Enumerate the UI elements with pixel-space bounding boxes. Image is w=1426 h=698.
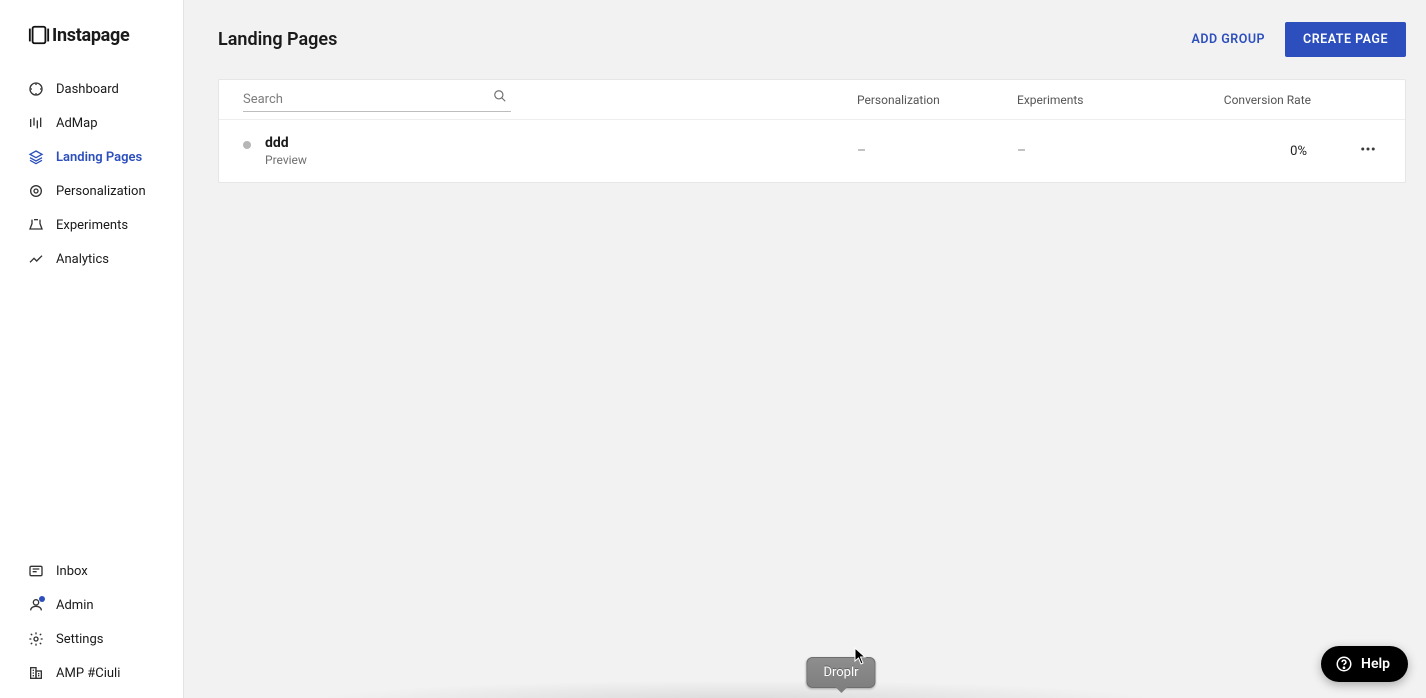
add-group-button[interactable]: ADD GROUP: [1192, 32, 1266, 47]
sidebar-item-landing-pages[interactable]: Landing Pages: [0, 140, 183, 174]
search-field[interactable]: [243, 88, 511, 112]
header: Landing Pages ADD GROUP CREATE PAGE: [184, 0, 1426, 79]
row-conversion-value: 0%: [1217, 144, 1307, 159]
sidebar-item-settings[interactable]: Settings: [0, 622, 183, 656]
sidebar-item-label: Inbox: [56, 564, 88, 579]
sidebar-item-admin[interactable]: Admin: [0, 588, 183, 622]
experiments-icon: [28, 217, 44, 233]
sidebar-item-dashboard[interactable]: Dashboard: [0, 72, 183, 106]
sidebar-item-workspace[interactable]: AMP #Ciuli: [0, 656, 183, 690]
sidebar-item-label: Settings: [56, 632, 103, 647]
sidebar-item-label: Landing Pages: [56, 150, 142, 165]
sidebar-item-inbox[interactable]: Inbox: [0, 554, 183, 588]
table-header: Personalization Experiments Conversion R…: [219, 80, 1405, 120]
help-button[interactable]: Help: [1321, 646, 1408, 682]
tooltip: Droplr: [806, 657, 875, 688]
nav-main: Dashboard AdMap Landing Pages Personaliz…: [0, 72, 183, 276]
search-icon: [493, 88, 507, 107]
search-input[interactable]: [243, 90, 511, 109]
sidebar-item-label: Dashboard: [56, 82, 119, 97]
admap-icon: [28, 115, 44, 131]
column-header-personalization: Personalization: [857, 93, 1017, 107]
dashboard-icon: [28, 81, 44, 97]
help-icon: [1335, 655, 1353, 673]
sidebar: Instapage Dashboard AdMap Landing Pages: [0, 0, 184, 698]
row-more-button[interactable]: [1359, 140, 1377, 158]
gear-icon: [28, 631, 44, 647]
create-page-button[interactable]: CREATE PAGE: [1285, 22, 1406, 57]
help-label: Help: [1361, 656, 1390, 672]
analytics-icon: [28, 251, 44, 267]
logo-icon: [28, 24, 50, 46]
row-experiments-value: –: [1017, 143, 1217, 159]
column-header-experiments: Experiments: [1017, 93, 1217, 107]
inbox-icon: [28, 563, 44, 579]
sidebar-item-label: AMP #Ciuli: [56, 666, 120, 681]
row-personalization-value: –: [857, 143, 1017, 159]
sidebar-item-analytics[interactable]: Analytics: [0, 242, 183, 276]
table-row[interactable]: ddd Preview – – 0%: [219, 120, 1405, 182]
pages-table: Personalization Experiments Conversion R…: [218, 79, 1406, 183]
sidebar-item-label: Personalization: [56, 184, 146, 199]
more-horizontal-icon: [1359, 140, 1377, 158]
sidebar-item-experiments[interactable]: Experiments: [0, 208, 183, 242]
main: Landing Pages ADD GROUP CREATE PAGE Pers…: [184, 0, 1426, 698]
page-row-title: ddd: [265, 135, 307, 152]
brand-name: Instapage: [52, 25, 129, 46]
target-icon: [28, 183, 44, 199]
header-actions: ADD GROUP CREATE PAGE: [1192, 22, 1407, 57]
sidebar-item-label: Admin: [56, 598, 94, 613]
sidebar-item-admap[interactable]: AdMap: [0, 106, 183, 140]
sidebar-item-label: AdMap: [56, 116, 98, 131]
brand-logo[interactable]: Instapage: [0, 0, 183, 72]
column-header-conversion: Conversion Rate: [1217, 93, 1377, 107]
page-row-subtitle: Preview: [265, 153, 307, 167]
page-title: Landing Pages: [218, 29, 337, 50]
dock-shadow: [304, 680, 1166, 698]
building-icon: [28, 665, 44, 681]
notification-dot-icon: [39, 596, 45, 602]
sidebar-item-label: Analytics: [56, 252, 109, 267]
nav-bottom: Inbox Admin Settings AMP #Ciuli: [0, 554, 183, 698]
status-dot-icon: [243, 141, 251, 149]
sidebar-item-personalization[interactable]: Personalization: [0, 174, 183, 208]
layers-icon: [28, 149, 44, 165]
sidebar-item-label: Experiments: [56, 218, 128, 233]
